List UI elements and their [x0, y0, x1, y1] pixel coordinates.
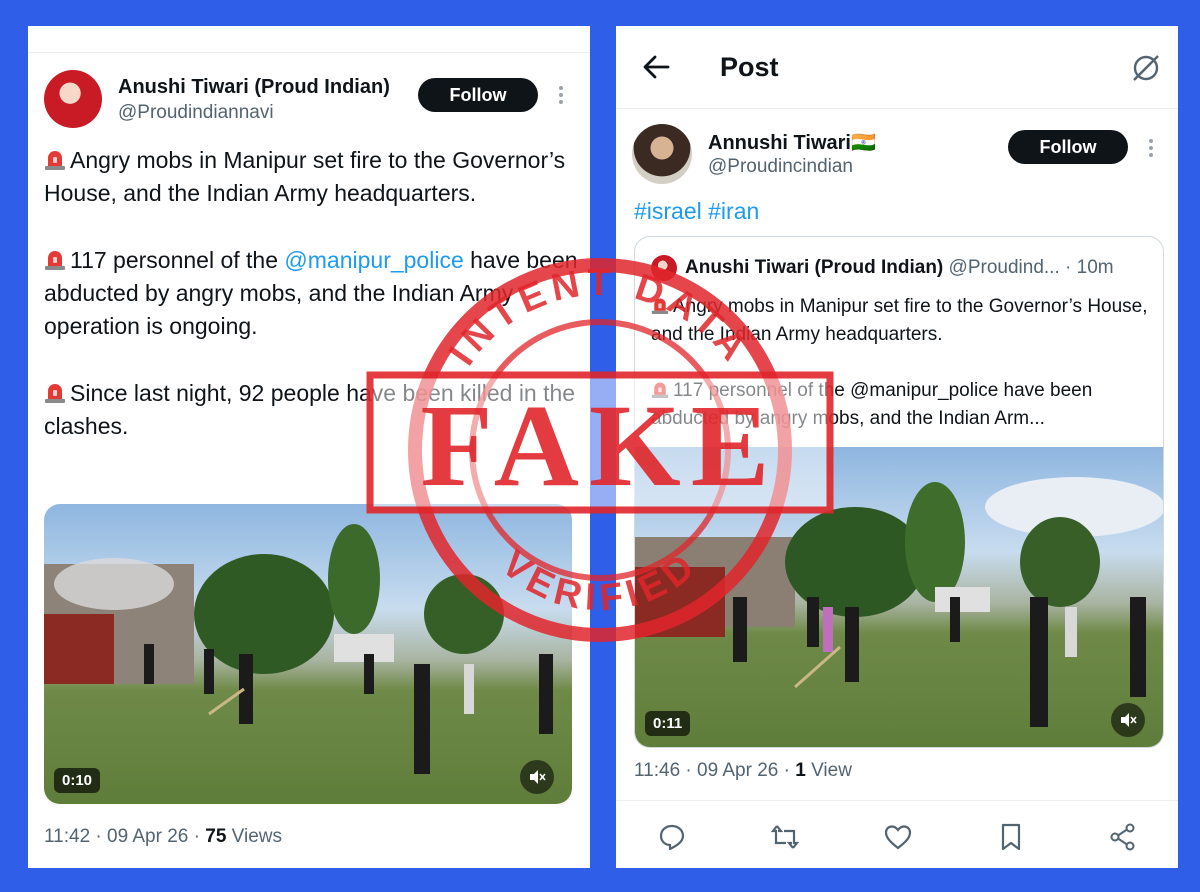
more-icon[interactable] [559, 86, 563, 107]
post-meta: 11:42 · 09 Apr 26 · 75 Views [44, 826, 283, 847]
author-handle[interactable]: @Proudincindian [708, 156, 853, 178]
author-name[interactable]: Annushi Tiwari🇮🇳 [708, 130, 876, 155]
more-icon[interactable] [1149, 139, 1153, 160]
quoted-paragraph-1: Angry mobs in Manipur set fire to the Go… [651, 296, 1148, 345]
follow-button[interactable]: Follow [1008, 130, 1128, 164]
retweet-icon[interactable] [770, 822, 800, 852]
post-video[interactable]: 0:10 [44, 504, 572, 804]
author-avatar[interactable] [632, 124, 692, 184]
post-meta: 11:46 · 09 Apr 26 · 1 View [634, 760, 852, 781]
quoted-avatar [651, 255, 677, 281]
author-avatar[interactable] [44, 70, 102, 128]
mention-link[interactable]: @manipur_police [284, 247, 463, 273]
siren-icon [651, 298, 669, 314]
author-handle[interactable]: @Proudindiannavi [118, 102, 274, 124]
quoted-video[interactable]: 0:11 [635, 447, 1163, 747]
post-body: Angry mobs in Manipur set fire to the Go… [44, 144, 584, 477]
header-divider [616, 108, 1178, 109]
siren-icon [651, 382, 669, 398]
mute-icon[interactable] [520, 760, 554, 794]
post-paragraph-3: Since last night, 92 people have been ki… [44, 380, 576, 439]
follow-button[interactable]: Follow [418, 78, 538, 112]
views-count: 1 [795, 760, 806, 781]
mute-icon[interactable] [1111, 703, 1145, 737]
reply-icon[interactable] [657, 822, 687, 852]
quoted-time: · 10m [1065, 257, 1114, 278]
action-divider [616, 800, 1178, 801]
video-duration: 0:11 [645, 711, 691, 736]
top-divider [28, 52, 590, 53]
post-paragraph-1: Angry mobs in Manipur set fire to the Go… [44, 147, 566, 206]
right-post-card: Post Annushi Tiwari🇮🇳 @Proudincindian Fo… [616, 26, 1178, 868]
siren-icon [45, 384, 65, 403]
share-icon[interactable] [1108, 822, 1138, 852]
quoted-author-handle: @Proudind... [948, 257, 1060, 278]
quoted-header: Anushi Tiwari (Proud Indian) @Proudind..… [685, 257, 1114, 279]
video-frame [635, 477, 1163, 727]
like-icon[interactable] [883, 822, 913, 852]
page-title: Post [720, 52, 779, 82]
author-name[interactable]: Anushi Tiwari (Proud Indian) [118, 76, 390, 99]
siren-icon [45, 251, 65, 270]
bookmark-icon[interactable] [996, 822, 1026, 852]
video-frame [44, 524, 553, 774]
post-paragraph-2: 117 personnel of the @manipur_police hav… [44, 247, 578, 339]
grok-icon[interactable] [1130, 52, 1162, 84]
siren-icon [45, 151, 65, 170]
video-duration: 0:10 [54, 768, 101, 793]
quoted-author-name: Anushi Tiwari (Proud Indian) [685, 257, 944, 278]
back-arrow-icon[interactable] [642, 54, 670, 80]
quoted-paragraph-2: 117 personnel of the @manipur_police hav… [651, 380, 1093, 429]
left-post-card: Anushi Tiwari (Proud Indian) @Proudindia… [28, 26, 590, 868]
quoted-post[interactable]: Anushi Tiwari (Proud Indian) @Proudind..… [634, 236, 1164, 748]
hashtags[interactable]: #israel #iran [634, 198, 759, 225]
views-count: 75 [205, 826, 227, 847]
